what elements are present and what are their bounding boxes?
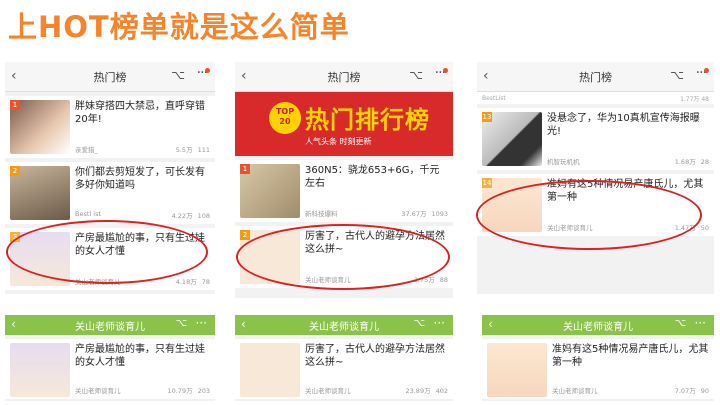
list-item[interactable]: 厉害了，古代人的避孕方法居然这么拼~ 关山老师谈育儿 23.89万 402: [235, 339, 453, 399]
share-icon[interactable]: ⌥: [674, 318, 686, 329]
nav-title: 热门榜: [579, 70, 612, 84]
more-icon[interactable]: ···: [695, 316, 706, 330]
account-title: 关山老师谈育儿: [563, 321, 633, 333]
account-bar: ‹ 关山老师谈育儿 ⌥ ···: [5, 315, 215, 335]
article-title: 你们都去剪短发了，可长发有多好你知道吗: [75, 167, 205, 191]
banner-title: 热门排行榜: [305, 106, 430, 134]
article-screen-3: ‹ 关山老师谈育儿 ⌥ ··· 准妈有这5种情况易产唐氏儿，尤其第一种 关山老师…: [482, 315, 714, 401]
view-count: 37.67万: [401, 210, 427, 218]
more-icon[interactable]: ···: [196, 316, 207, 330]
view-count: 1.68万: [674, 158, 696, 166]
article-thumbnail: [240, 343, 300, 397]
article-screen-1: ‹ 关山老师谈育儿 ⌥ ··· 产房最尴尬的事，只有生过娃的女人才懂 关山老师谈…: [5, 315, 215, 401]
back-icon[interactable]: ‹: [11, 317, 16, 331]
like-count: 78: [201, 278, 210, 286]
rank-badge: 1: [240, 164, 250, 174]
account-title: 关山老师谈育儿: [75, 321, 145, 333]
like-count: 1093: [431, 210, 448, 218]
list-item[interactable]: 产房最尴尬的事，只有生过娃的女人才懂 关山老师谈育儿 10.79万 203: [5, 339, 215, 399]
highlight-circle: [476, 180, 702, 250]
share-icon[interactable]: ⌥: [409, 68, 423, 82]
like-count: 108: [197, 212, 210, 220]
more-icon[interactable]: ···: [434, 316, 445, 330]
article-thumbnail: 1: [10, 100, 70, 154]
article-thumbnail: [10, 343, 70, 397]
hot-list-screen-3: ‹ 热门榜 ⌥ ··· BestList 1.77万 48 13 没悬念了，华为…: [477, 62, 714, 294]
nav-bar: ‹ 热门榜 ⌥ ···: [5, 62, 215, 92]
back-icon[interactable]: ‹: [483, 68, 489, 84]
article-thumbnail: [487, 343, 547, 397]
rank-badge: 13: [482, 112, 492, 122]
view-count: 7.07万: [674, 387, 696, 395]
author: 关山老师谈育儿: [75, 387, 121, 395]
rank-badge: 14: [482, 178, 492, 188]
slide: 上HOT榜单就是这么简单 ‹ 热门榜 ⌥ ··· 1 胖妹穿搭四大禁忌，直呼穿错…: [0, 0, 720, 405]
view-count: 1.77万: [680, 95, 700, 103]
rank-badge: 2: [240, 230, 250, 240]
view-count: 5.5万: [175, 146, 193, 154]
more-icon[interactable]: ···: [696, 65, 710, 81]
highlight-circle: [236, 224, 450, 290]
article-title: 360N5：骁龙653+6G，千元左右: [305, 165, 440, 189]
more-icon[interactable]: ···: [435, 65, 449, 81]
like-count: 88: [439, 276, 448, 284]
share-icon[interactable]: ⌥: [171, 68, 185, 82]
list-item[interactable]: 13 没悬念了，华为10真机宣传海报曝光! 机智玩机机 1.68万 28: [477, 108, 714, 170]
view-count: 4.22万: [171, 212, 193, 220]
back-icon[interactable]: ‹: [11, 68, 17, 84]
author: 关山老师谈育儿: [305, 387, 351, 395]
partial-list-item: BestList 1.77万 48: [477, 92, 714, 104]
top20-badge: TOP 20: [269, 102, 301, 134]
rank-badge: 1: [10, 100, 20, 110]
list-item[interactable]: 2 你们都去剪短发了，可长发有多好你知道吗 Bestl ist 4.22万 108: [5, 162, 215, 224]
view-count: 23.89万: [405, 387, 431, 395]
nav-title: 热门榜: [327, 70, 361, 84]
like-count: 111: [197, 146, 210, 154]
list-item[interactable]: 1 胖妹穿搭四大禁忌，直呼穿错20年! 亲爱猎_ 5.5万 111: [5, 96, 215, 158]
article-thumbnail: 13: [482, 112, 542, 166]
article-thumbnail: 2: [10, 166, 70, 220]
like-count: 50: [700, 224, 709, 232]
article-screen-2: ‹ 关山老师谈育儿 ⌥ ··· 厉害了，古代人的避孕方法居然这么拼~ 关山老师谈…: [235, 315, 453, 401]
nav-bar: ‹ 热门榜 ⌥ ···: [235, 62, 453, 92]
headline: 上HOT榜单就是这么简单: [8, 10, 350, 44]
share-icon[interactable]: ⌥: [413, 318, 425, 329]
share-icon[interactable]: ⌥: [670, 68, 684, 82]
author: BestList: [482, 94, 506, 102]
author: Bestl ist: [75, 210, 102, 218]
article-thumbnail: 1: [240, 164, 300, 218]
article-title: 没悬念了，华为10真机宣传海报曝光!: [547, 113, 700, 137]
share-icon[interactable]: ⌥: [175, 318, 187, 329]
article-title: 胖妹穿搭四大禁忌，直呼穿错20年!: [75, 101, 205, 125]
author: 亲爱猎_: [75, 146, 98, 154]
banner-subtitle: 人气头条 时刻更新: [305, 137, 372, 146]
like-count: 402: [435, 387, 448, 395]
more-icon[interactable]: ···: [197, 65, 211, 81]
back-icon[interactable]: ‹: [241, 317, 246, 331]
back-icon[interactable]: ‹: [488, 317, 493, 331]
account-bar: ‹ 关山老师谈育儿 ⌥ ···: [482, 315, 714, 335]
list-item[interactable]: 准妈有这5种情况易产唐氏儿，尤其第一种 关山老师谈育儿 7.07万 90: [482, 339, 714, 399]
rank-badge: 2: [10, 166, 20, 176]
view-count: 10.79万: [167, 387, 193, 395]
article-title: 准妈有这5种情况易产唐氏儿，尤其第一种: [552, 344, 709, 368]
nav-title: 热门榜: [93, 70, 127, 84]
article-title: 产房最尴尬的事，只有生过娃的女人才懂: [75, 344, 205, 368]
back-icon[interactable]: ‹: [241, 68, 247, 84]
article-title: 厉害了，古代人的避孕方法居然这么拼~: [305, 344, 445, 368]
author: 新科技爆料: [305, 210, 338, 218]
author: 关山老师谈育儿: [552, 387, 598, 395]
like-count: 28: [700, 158, 709, 166]
highlight-circle: [6, 220, 208, 284]
author: 机智玩机机: [547, 158, 580, 166]
like-count: 48: [701, 95, 709, 103]
nav-bar: ‹ 热门榜 ⌥ ···: [477, 62, 714, 92]
hot-ranking-banner: TOP 20 热门排行榜 人气头条 时刻更新: [235, 92, 453, 156]
account-title: 关山老师谈育儿: [309, 321, 379, 333]
like-count: 90: [700, 387, 709, 395]
like-count: 203: [197, 387, 210, 395]
list-item[interactable]: 1 360N5：骁龙653+6G，千元左右 新科技爆料 37.67万 1093: [235, 160, 453, 222]
view-count: 4.18万: [175, 278, 197, 286]
account-bar: ‹ 关山老师谈育儿 ⌥ ···: [235, 315, 453, 335]
